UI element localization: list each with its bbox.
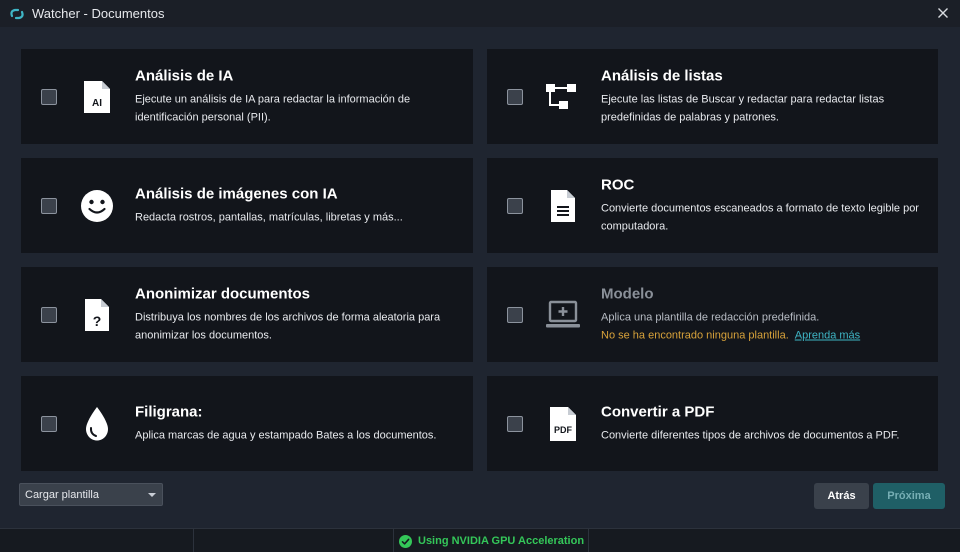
no-template-warning: No se ha encontrado ninguna plantilla. <box>601 329 789 341</box>
question-icon-label: ? <box>93 313 102 329</box>
card-list-analysis[interactable]: Análisis de listas Ejecute las listas de… <box>487 49 938 144</box>
card-title: Análisis de imágenes con IA <box>135 185 338 202</box>
card-template[interactable]: Modelo Aplica una plantilla de redacción… <box>487 267 938 362</box>
card-description: Ejecute las listas de Buscar y redactar … <box>601 93 885 123</box>
list-analysis-checkbox[interactable] <box>507 88 523 105</box>
card-description: Convierte documentos escaneados a format… <box>601 202 919 232</box>
options-grid: AI Análisis de IA Ejecute un análisis de… <box>21 49 938 471</box>
text-document-icon <box>545 188 581 224</box>
convert-pdf-checkbox[interactable] <box>507 415 523 432</box>
question-document-icon: ? <box>79 297 115 333</box>
anonymize-checkbox[interactable] <box>41 306 57 323</box>
load-template-label: Cargar plantilla <box>25 488 99 501</box>
load-template-select[interactable]: Cargar plantilla <box>19 483 163 506</box>
watcher-logo-icon <box>9 5 27 23</box>
ocr-checkbox[interactable] <box>507 197 523 214</box>
check-circle-icon <box>399 534 412 548</box>
status-divider <box>193 529 194 552</box>
card-description: Aplica marcas de agua y estampado Bates … <box>135 429 437 441</box>
card-description: Convierte diferentes tipos de archivos d… <box>601 429 900 441</box>
card-title: Análisis de IA <box>135 67 234 84</box>
card-watermark[interactable]: Filigrana: Aplica marcas de agua y estam… <box>21 376 473 471</box>
learn-more-link[interactable]: Aprenda más <box>795 329 860 341</box>
ai-document-icon: AI <box>79 79 115 115</box>
title-bar: Watcher - Documentos <box>0 0 960 27</box>
watermark-checkbox[interactable] <box>41 415 57 432</box>
card-description: Redacta rostros, pantallas, matrículas, … <box>135 211 403 223</box>
status-bar: Using NVIDIA GPU Acceleration <box>0 528 960 552</box>
card-image-analysis[interactable]: Análisis de imágenes con IA Redacta rost… <box>21 158 473 253</box>
card-ai-analysis[interactable]: AI Análisis de IA Ejecute un análisis de… <box>21 49 473 144</box>
window-title: Watcher - Documentos <box>32 6 165 21</box>
card-title: Convertir a PDF <box>601 403 715 420</box>
card-description: Distribuya los nombres de los archivos d… <box>135 311 441 341</box>
status-divider <box>588 529 589 552</box>
back-button[interactable]: Atrás <box>814 483 869 509</box>
gpu-acceleration-status: Using NVIDIA GPU Acceleration <box>399 529 584 552</box>
image-analysis-checkbox[interactable] <box>41 197 57 214</box>
ai-analysis-checkbox[interactable] <box>41 88 57 105</box>
smiley-face-icon <box>79 188 115 224</box>
next-button[interactable]: Próxima <box>873 483 945 509</box>
card-description: Aplica una plantilla de redacción predef… <box>601 311 820 323</box>
card-title: Análisis de listas <box>601 67 723 84</box>
card-anonymize[interactable]: ? Anonimizar documentos Distribuya los n… <box>21 267 473 362</box>
card-title: Modelo <box>601 285 654 302</box>
card-title: Anonimizar documentos <box>135 285 311 302</box>
card-convert-pdf[interactable]: PDF Convertir a PDF Convierte diferentes… <box>487 376 938 471</box>
chevron-down-icon <box>148 493 156 497</box>
card-description: Ejecute un análisis de IA para redactar … <box>135 93 411 123</box>
pdf-document-icon: PDF <box>545 406 581 442</box>
card-ocr[interactable]: ROC Convierte documentos escaneados a fo… <box>487 158 938 253</box>
laptop-plus-icon <box>545 297 581 333</box>
close-icon[interactable] <box>932 2 954 24</box>
water-drop-icon <box>79 406 115 442</box>
ai-icon-label: AI <box>92 98 102 109</box>
status-divider <box>393 529 394 552</box>
card-title: Filigrana: <box>135 403 203 420</box>
flow-list-icon <box>545 79 581 115</box>
card-title: ROC <box>601 176 635 193</box>
template-checkbox[interactable] <box>507 306 523 323</box>
pdf-icon-label: PDF <box>554 425 573 435</box>
gpu-status-label: Using NVIDIA GPU Acceleration <box>418 535 585 547</box>
